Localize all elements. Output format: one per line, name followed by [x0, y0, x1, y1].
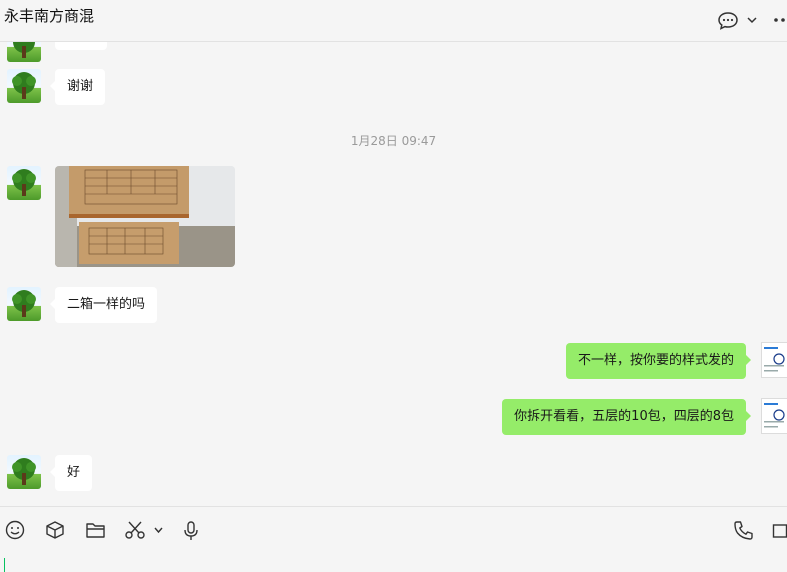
more-icon[interactable]	[773, 17, 787, 23]
message-bubble-outgoing[interactable]: 你拆开看看，五层的10包，四层的8包	[502, 399, 751, 435]
phone-icon[interactable]	[733, 520, 754, 541]
chat-info-icon[interactable]	[717, 11, 739, 31]
emoji-icon[interactable]	[5, 520, 25, 540]
box-icon[interactable]	[45, 520, 65, 540]
contact-avatar[interactable]	[7, 42, 41, 62]
chevron-down-icon[interactable]	[153, 526, 164, 535]
input-toolbar	[0, 506, 787, 572]
message-image[interactable]	[55, 166, 235, 267]
my-avatar[interactable]	[761, 398, 787, 434]
scissors-icon[interactable]	[124, 520, 146, 540]
message-bubble[interactable]: 好	[49, 455, 93, 491]
message-list[interactable]: 谢谢 1月28日 09:47 二箱一样的吗 不一样，按你要的样式发的 你拆开看看…	[0, 42, 787, 506]
my-avatar[interactable]	[761, 342, 787, 378]
contact-avatar[interactable]	[7, 287, 41, 321]
contact-avatar[interactable]	[7, 166, 41, 200]
chat-header: 永丰南方商混	[0, 0, 787, 42]
message-bubble[interactable]: 二箱一样的吗	[49, 287, 158, 323]
video-icon[interactable]	[772, 523, 787, 539]
chat-title: 永丰南方商混	[4, 7, 95, 25]
message-bubble-outgoing[interactable]: 不一样，按你要的样式发的	[565, 343, 752, 379]
chevron-down-icon[interactable]	[746, 15, 758, 25]
folder-icon[interactable]	[85, 520, 106, 540]
message-bubble-partial	[55, 42, 107, 50]
text-cursor	[4, 558, 5, 572]
message-timestamp: 1月28日 09:47	[350, 134, 437, 148]
message-bubble[interactable]: 谢谢	[49, 69, 106, 105]
microphone-icon[interactable]	[182, 520, 200, 542]
contact-avatar[interactable]	[7, 69, 41, 103]
contact-avatar[interactable]	[7, 455, 41, 489]
